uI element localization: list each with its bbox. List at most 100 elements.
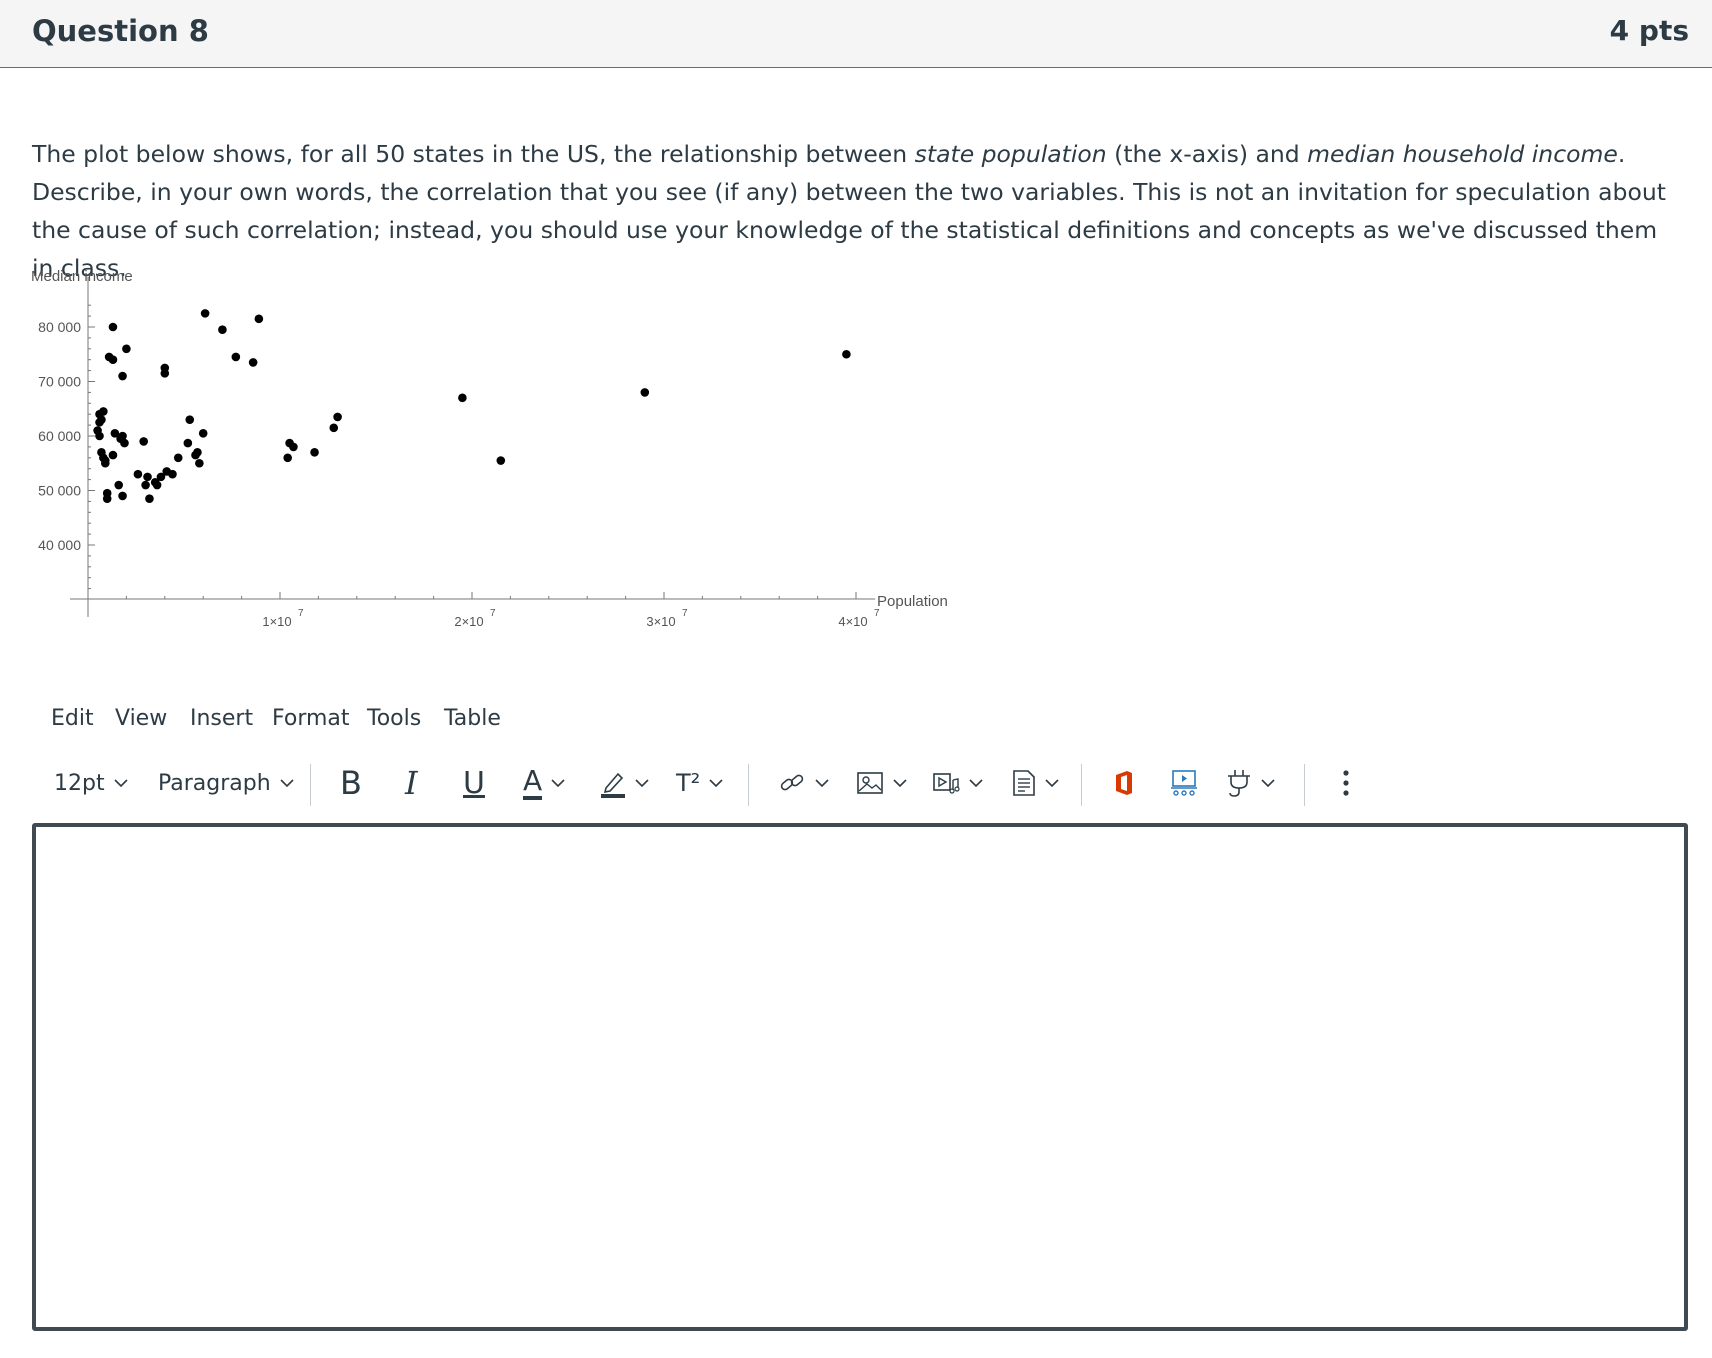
text-color-button[interactable]: A [523, 760, 566, 806]
chevron-down-icon [969, 779, 983, 788]
data-point [102, 494, 112, 503]
data-point [458, 393, 467, 403]
data-point [99, 407, 108, 416]
toolbar-separator [1304, 764, 1305, 806]
chart-ticks: 40 000 50 000 60 000 70 000 80 000 1×10 7 2×10 7… [38, 304, 880, 629]
document-button[interactable] [1012, 760, 1060, 806]
text-color-swatch [523, 796, 543, 800]
image-button[interactable] [856, 760, 908, 806]
prompt-emphasis-1: state population [914, 140, 1107, 168]
y-axis-label: Median income [31, 268, 133, 285]
x-tick-exponent: 7 [682, 608, 688, 619]
y-tick-label: 50 000 [38, 483, 81, 499]
data-point [141, 480, 150, 490]
scatter-plot: Median income Population 40 000 50 000 60 … [31, 268, 948, 629]
menu-edit[interactable]: Edit [51, 706, 94, 731]
x-tick-label: 3×10 [646, 614, 675, 629]
data-point [108, 355, 118, 364]
bold-button[interactable]: B [340, 760, 362, 806]
data-point [200, 309, 210, 318]
data-point [122, 344, 131, 354]
chevron-down-icon [114, 779, 128, 788]
data-point [114, 480, 124, 490]
question-header: Question 8 4 pts [0, 0, 1712, 68]
more-options-button[interactable] [1342, 760, 1350, 806]
italic-button[interactable]: I [405, 760, 418, 806]
y-tick-label: 70 000 [38, 374, 81, 390]
chevron-down-icon [815, 779, 829, 788]
data-point [842, 349, 851, 359]
data-point [333, 412, 342, 422]
prompt-text-2: (the x-axis) and [1106, 140, 1308, 168]
data-point [145, 494, 154, 503]
underline-label: U [463, 765, 485, 801]
data-point [108, 450, 118, 460]
chevron-down-icon [280, 779, 294, 788]
x-tick-exponent: 7 [298, 608, 304, 619]
menu-tools[interactable]: Tools [367, 706, 421, 731]
x-tick-label: 4×10 [838, 614, 867, 629]
question-title: Question 8 [32, 14, 209, 48]
data-point [218, 325, 227, 335]
apps-plugin-button[interactable] [1226, 760, 1276, 806]
menu-format[interactable]: Format [272, 706, 350, 731]
data-point [198, 428, 208, 438]
y-tick-label: 60 000 [38, 428, 81, 444]
underline-button[interactable]: U [463, 760, 485, 806]
document-icon [1013, 770, 1035, 796]
embed-icon [1171, 770, 1197, 796]
answer-editor[interactable] [32, 823, 1688, 1331]
data-point [285, 438, 294, 448]
data-point [110, 428, 120, 438]
block-format-select[interactable]: Paragraph [158, 760, 295, 806]
data-point [118, 491, 127, 501]
y-tick-label: 40 000 [38, 537, 81, 553]
link-button[interactable] [778, 760, 830, 806]
x-tick-label: 2×10 [454, 614, 483, 629]
x-axis-label: Population [877, 593, 948, 610]
data-point [310, 448, 319, 457]
chevron-down-icon [1261, 779, 1275, 788]
menu-table[interactable]: Table [444, 706, 501, 731]
font-size-select[interactable]: 12pt [54, 760, 129, 806]
x-tick-exponent: 7 [874, 608, 880, 619]
embed-button[interactable] [1170, 760, 1198, 806]
y-tick-label: 80 000 [38, 319, 81, 335]
data-point [191, 450, 200, 460]
office-button[interactable] [1113, 760, 1135, 806]
data-point [143, 472, 152, 482]
editor-toolbar: 12pt Paragraph B I U A T² [0, 760, 1712, 810]
data-point [93, 426, 102, 435]
data-point [185, 415, 195, 424]
menu-view[interactable]: View [115, 706, 167, 731]
data-point [496, 456, 506, 465]
chevron-down-icon [1045, 779, 1059, 788]
question-points: 4 pts [1609, 14, 1689, 47]
prompt-emphasis-2: median household income [1307, 140, 1618, 168]
menu-insert[interactable]: Insert [190, 706, 253, 731]
highlight-color-button[interactable] [600, 760, 650, 806]
chart-points [93, 309, 851, 503]
data-point [183, 438, 193, 448]
prompt-text-1: The plot below shows, for all 50 states … [32, 140, 915, 168]
data-point [97, 415, 106, 424]
superscript-button[interactable]: T² [676, 760, 724, 806]
chevron-down-icon [635, 779, 649, 788]
superscript-label: T² [676, 769, 701, 797]
more-icon [1343, 770, 1349, 796]
media-button[interactable] [932, 760, 984, 806]
toolbar-separator [1081, 764, 1082, 806]
data-point [195, 458, 204, 468]
chevron-down-icon [893, 779, 907, 788]
chevron-down-icon [709, 779, 723, 788]
x-tick-exponent: 7 [490, 608, 496, 619]
data-point [283, 453, 292, 463]
chart-axes [70, 277, 876, 617]
data-point [173, 453, 183, 463]
font-size-value: 12pt [54, 770, 105, 796]
italic-label: I [405, 764, 418, 802]
image-icon [857, 772, 883, 794]
block-format-value: Paragraph [158, 770, 271, 796]
media-icon [933, 773, 960, 794]
data-point [640, 388, 650, 397]
